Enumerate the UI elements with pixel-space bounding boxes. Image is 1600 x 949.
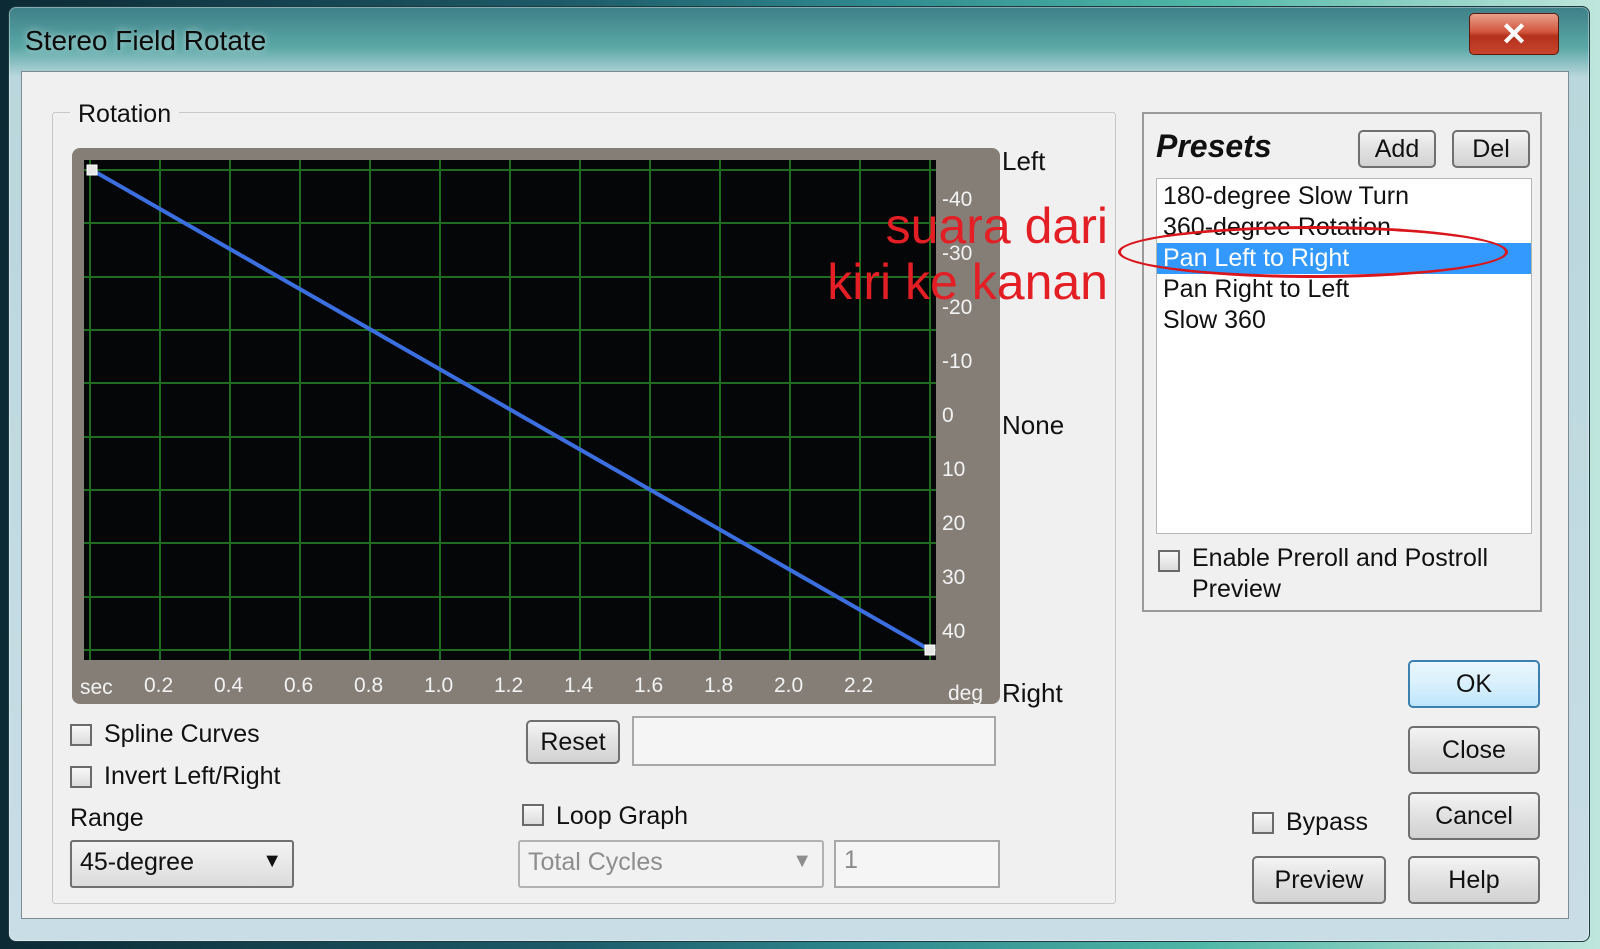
loop-graph-checkbox[interactable]: [522, 804, 544, 826]
stereo-field-rotate-window: Stereo Field Rotate ✕ Rotation -40 -30 -20…: [8, 6, 1590, 942]
dialog-client-area: Rotation -40 -30 -20 -10 0 10 20 30 40 0.2 0.4 0.6…: [21, 71, 1569, 919]
x-axis-unit-end: deg: [948, 682, 984, 705]
x-tick-label: 1.4: [564, 674, 594, 697]
y-tick-label: 10: [942, 458, 966, 481]
annotation-line-1: suara dari: [885, 198, 1108, 254]
spline-curves-checkbox[interactable]: [70, 724, 92, 746]
cancel-button[interactable]: Cancel: [1408, 792, 1540, 840]
preset-list-item[interactable]: 180-degree Slow Turn: [1157, 181, 1531, 212]
y-tick-label: -10: [942, 350, 973, 373]
window-close-button[interactable]: ✕: [1469, 13, 1559, 55]
x-tick-label: 0.4: [214, 674, 244, 697]
bypass-label[interactable]: Bypass: [1286, 808, 1368, 837]
help-button[interactable]: Help: [1408, 856, 1540, 904]
preset-list-item[interactable]: Pan Right to Left: [1157, 274, 1531, 305]
y-tick-label: 40: [942, 620, 966, 643]
loop-graph-label[interactable]: Loop Graph: [556, 802, 688, 831]
enable-preroll-checkbox[interactable]: [1158, 550, 1180, 572]
x-tick-label: 2.2: [844, 674, 874, 697]
range-label: Range: [70, 804, 144, 832]
curve-end-handle[interactable]: [924, 644, 936, 656]
reset-button[interactable]: Reset: [526, 720, 620, 764]
total-cycles-select[interactable]: Total Cycles ▼: [518, 840, 824, 888]
invert-left-right-label[interactable]: Invert Left/Right: [104, 762, 280, 791]
preset-list-item[interactable]: Slow 360: [1157, 305, 1531, 336]
graph-value-field[interactable]: [632, 716, 996, 766]
x-axis-unit-start: sec: [80, 676, 113, 699]
right-label: Right: [1002, 678, 1063, 708]
cycles-count-input[interactable]: 1: [834, 840, 1000, 888]
range-select-value: 45-degree: [80, 848, 194, 876]
presets-panel: Presets Add Del 180-degree Slow Turn 360-…: [1142, 112, 1542, 612]
annotation-text: suara dari kiri ke kanan: [782, 198, 1108, 310]
x-tick-label: 0.6: [284, 674, 314, 697]
add-preset-button[interactable]: Add: [1358, 130, 1436, 168]
delete-preset-button[interactable]: Del: [1452, 130, 1530, 168]
chevron-down-icon: ▼: [262, 850, 282, 872]
preview-button[interactable]: Preview: [1252, 856, 1386, 904]
x-tick-label: 0.2: [144, 674, 174, 697]
range-select[interactable]: 45-degree ▼: [70, 840, 294, 888]
spline-curves-label[interactable]: Spline Curves: [104, 720, 260, 749]
bypass-checkbox[interactable]: [1252, 812, 1274, 834]
annotation-ellipse: [1118, 226, 1508, 278]
x-tick-label: 1.0: [424, 674, 454, 697]
y-tick-label: 30: [942, 566, 966, 589]
window-title: Stereo Field Rotate: [25, 25, 267, 56]
x-tick-label: 0.8: [354, 674, 384, 697]
ok-button[interactable]: OK: [1408, 660, 1540, 708]
rotation-group-label: Rotation: [70, 100, 180, 129]
close-button[interactable]: Close: [1408, 726, 1540, 774]
x-tick-label: 1.2: [494, 674, 524, 697]
close-icon: ✕: [1500, 16, 1528, 52]
total-cycles-select-value: Total Cycles: [528, 848, 663, 876]
x-tick-label: 2.0: [774, 674, 804, 697]
enable-preroll-label-line2[interactable]: Preview: [1192, 575, 1281, 604]
x-tick-label: 1.6: [634, 674, 664, 697]
none-label: None: [1002, 410, 1065, 440]
y-tick-label: 0: [942, 404, 954, 427]
curve-start-handle[interactable]: [86, 164, 98, 176]
presets-title: Presets: [1156, 128, 1272, 164]
x-tick-label: 1.8: [704, 674, 734, 697]
left-label: Left: [1002, 146, 1046, 176]
enable-preroll-label[interactable]: Enable Preroll and Postroll: [1192, 544, 1488, 573]
title-bar[interactable]: Stereo Field Rotate ✕: [9, 7, 1589, 75]
chevron-down-icon: ▼: [792, 850, 812, 872]
invert-left-right-checkbox[interactable]: [70, 766, 92, 788]
y-tick-label: 20: [942, 512, 966, 535]
annotation-line-2: kiri ke kanan: [827, 254, 1108, 310]
